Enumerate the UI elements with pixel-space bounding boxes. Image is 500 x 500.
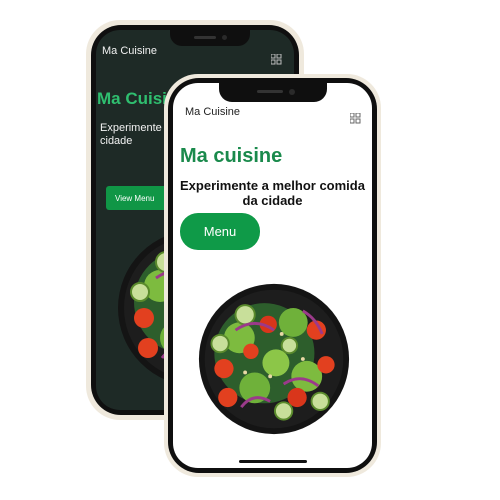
phone-notch (219, 83, 327, 102)
hero-title: Ma cuisine (180, 145, 283, 167)
grid-menu-icon[interactable] (350, 113, 361, 124)
phone-notch (170, 30, 250, 46)
front-camera (289, 89, 295, 95)
menu-button[interactable]: Menu (180, 213, 260, 250)
grid-menu-icon[interactable] (271, 54, 282, 65)
speaker-grille (194, 36, 216, 39)
front-camera (222, 35, 227, 40)
phone-mockup-light: Ma Cuisine Ma cuisine Experimente a melh… (164, 74, 381, 477)
salad-bowl-image (197, 282, 351, 436)
speaker-grille (257, 90, 283, 93)
phone-screen-light: Ma Cuisine Ma cuisine Experimente a melh… (173, 83, 372, 468)
brand-logo-text[interactable]: Ma Cuisine (102, 45, 157, 57)
home-indicator (239, 460, 307, 463)
brand-logo-text[interactable]: Ma Cuisine (185, 106, 240, 118)
hero-subtitle: Experimente a melhor comida da cidade (180, 178, 365, 208)
